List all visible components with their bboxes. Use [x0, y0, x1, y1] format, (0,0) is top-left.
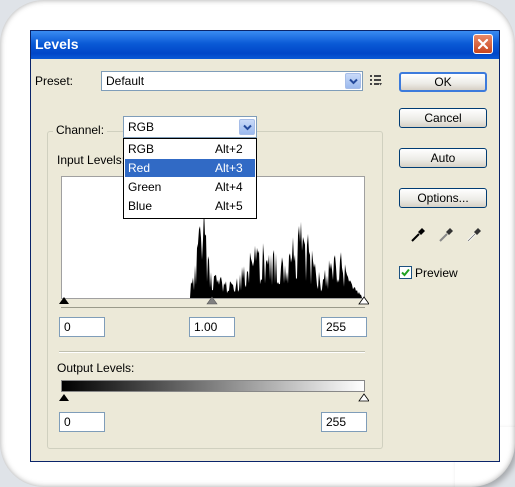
- input-gamma-field[interactable]: 1.00: [189, 317, 235, 337]
- dropdown-arrow-icon: [243, 124, 252, 131]
- gamma-slider[interactable]: [206, 296, 218, 305]
- channel-option-red[interactable]: Red Alt+3: [125, 159, 255, 177]
- black-eyedropper-icon[interactable]: [409, 226, 427, 247]
- checkmark-icon: [401, 268, 410, 277]
- output-black-field[interactable]: 0: [59, 412, 105, 432]
- white-point-slider[interactable]: [358, 296, 369, 305]
- channel-dropdown-list: RGB Alt+2 Red Alt+3 Green Alt+4 Blue Alt…: [123, 138, 257, 219]
- auto-button[interactable]: Auto: [399, 148, 487, 168]
- gray-eyedropper-icon[interactable]: [437, 226, 455, 247]
- channel-select[interactable]: RGB: [123, 116, 257, 138]
- input-white-field[interactable]: 255: [321, 317, 367, 337]
- ok-button[interactable]: OK: [399, 72, 487, 92]
- channel-value: RGB: [128, 120, 155, 134]
- options-button[interactable]: Options...: [399, 188, 487, 208]
- output-white-slider[interactable]: [358, 393, 369, 402]
- window-title: Levels: [35, 36, 79, 52]
- input-levels-label: Input Levels:: [57, 153, 126, 167]
- title-bar[interactable]: Levels: [31, 31, 499, 59]
- eyedropper-group: [403, 226, 487, 246]
- preset-select[interactable]: Default: [101, 71, 363, 91]
- input-sliders: [59, 296, 369, 305]
- separator: [59, 351, 365, 353]
- preset-menu-icon[interactable]: [369, 73, 383, 87]
- preset-value: Default: [106, 74, 145, 88]
- black-point-slider[interactable]: [59, 297, 69, 304]
- output-gradient-bar: [61, 380, 365, 392]
- output-sliders: [59, 393, 369, 402]
- dropdown-arrow-icon: [349, 78, 358, 85]
- output-levels-label: Output Levels:: [57, 361, 135, 375]
- slider-track: [61, 307, 365, 308]
- close-button[interactable]: [473, 34, 493, 54]
- channel-label: Channel:: [53, 123, 108, 137]
- preset-dropdown-button[interactable]: [345, 73, 361, 89]
- preview-checkbox[interactable]: [399, 266, 412, 279]
- channel-option-blue[interactable]: Blue Alt+5: [125, 197, 255, 215]
- preview-label[interactable]: Preview: [415, 266, 458, 280]
- channel-option-green[interactable]: Green Alt+4: [125, 178, 255, 196]
- levels-dialog: Levels Preset: Default OK Cancel Auto Op…: [30, 30, 500, 462]
- channel-dropdown-button[interactable]: [239, 119, 255, 135]
- close-icon: [477, 38, 489, 50]
- channel-option-rgb[interactable]: RGB Alt+2: [125, 140, 255, 158]
- cancel-button[interactable]: Cancel: [399, 108, 487, 128]
- histogram-graph: [62, 207, 364, 298]
- white-eyedropper-icon[interactable]: [465, 226, 483, 247]
- preset-label: Preset:: [35, 74, 74, 88]
- output-white-field[interactable]: 255: [321, 412, 367, 432]
- output-black-slider[interactable]: [59, 394, 69, 401]
- input-black-field[interactable]: 0: [59, 317, 105, 337]
